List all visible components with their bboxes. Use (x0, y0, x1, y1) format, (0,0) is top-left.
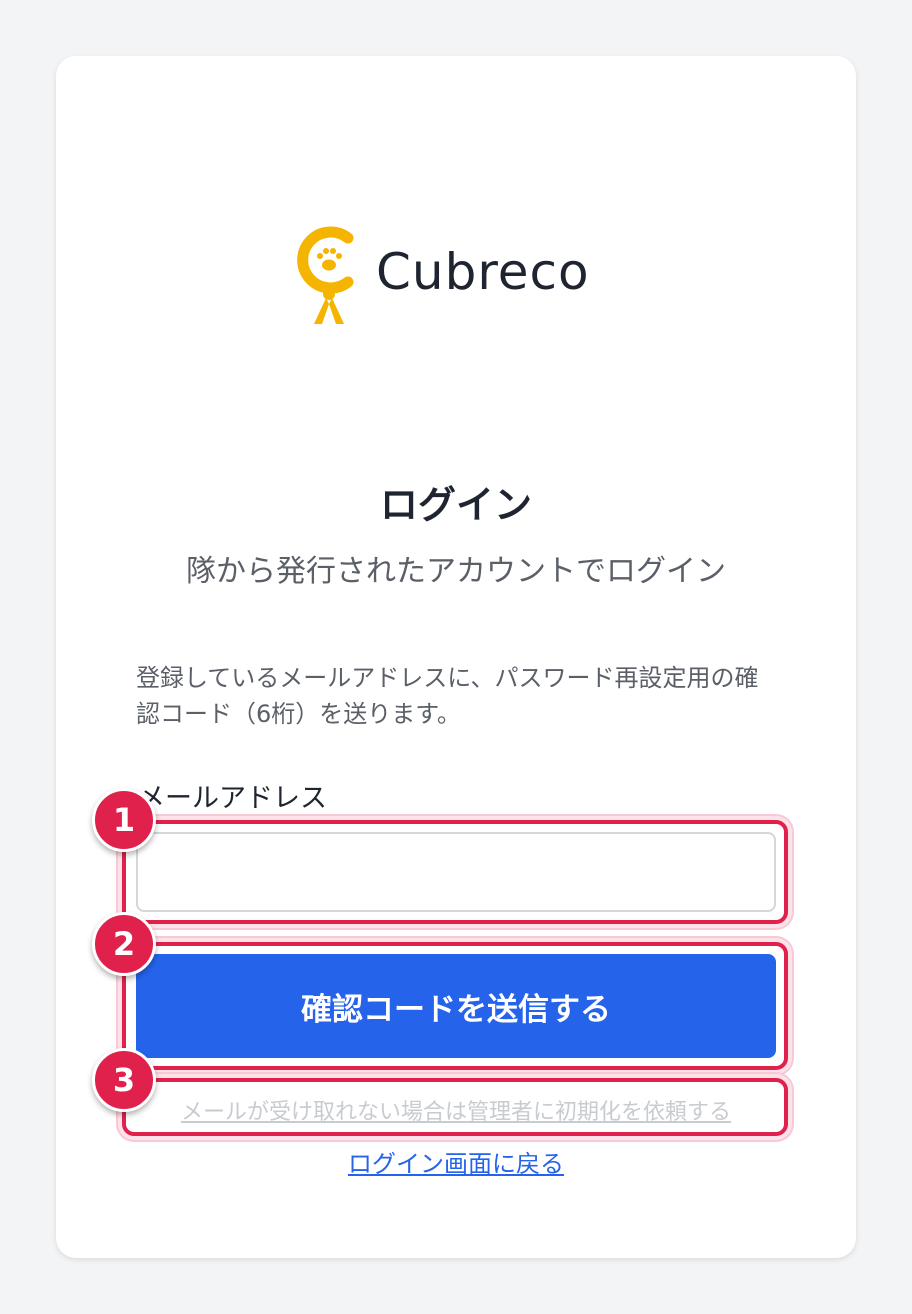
scout-paw-logo-icon (297, 226, 354, 324)
instruction-text: 登録しているメールアドレスに、パスワード再設定用の確認コード（6桁）を送ります。 (136, 664, 759, 728)
step-marker-1: 1 (92, 788, 156, 852)
highlight-box-1 (122, 820, 788, 924)
step-marker-3: 3 (92, 1048, 156, 1112)
email-label: メールアドレス (138, 783, 327, 814)
highlight-box-3 (122, 1078, 788, 1136)
page-subtitle: 隊から発行されたアカウントでログイン (186, 554, 726, 589)
brand-name: Cubreco (376, 243, 590, 301)
page-title: ログイン (379, 483, 532, 527)
step-marker-2: 2 (92, 912, 156, 976)
back-to-login-link[interactable]: ログイン画面に戻る (56, 1144, 856, 1179)
brand-logo: Cubreco (296, 224, 590, 328)
highlight-box-2 (122, 942, 788, 1070)
